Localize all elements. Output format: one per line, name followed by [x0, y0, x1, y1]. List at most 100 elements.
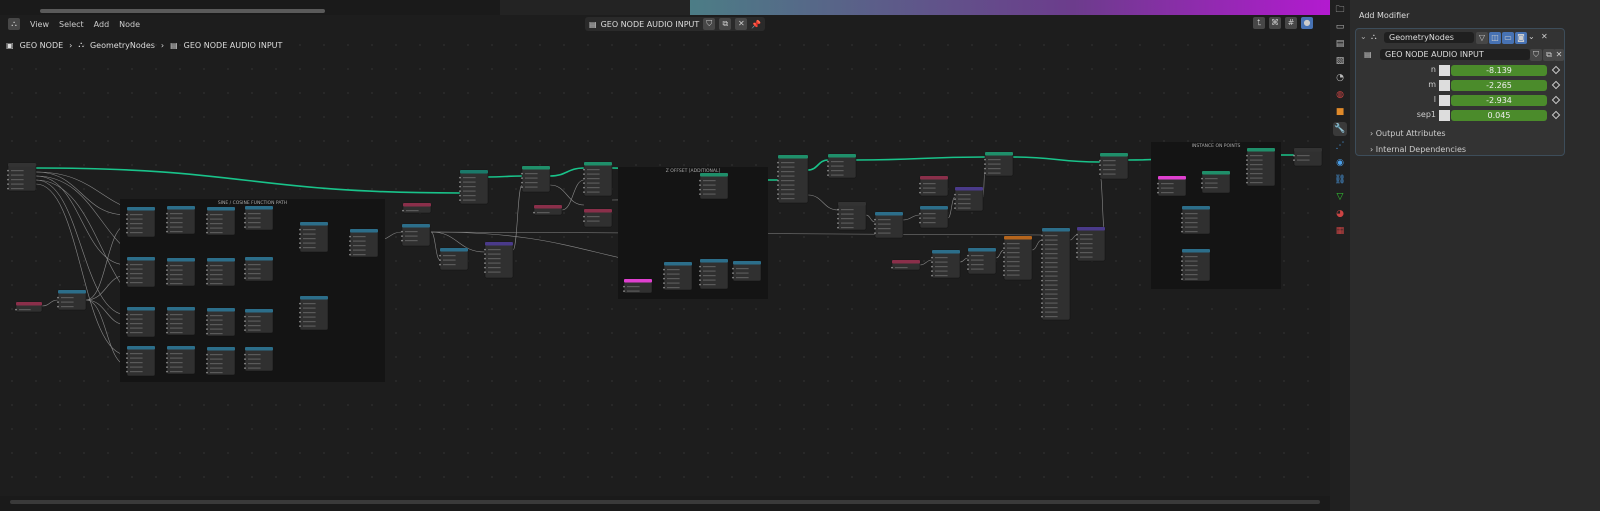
node-socket[interactable]: [623, 290, 625, 292]
node-socket[interactable]: [1041, 270, 1043, 273]
node-socket-label[interactable]: [170, 283, 183, 285]
node-socket[interactable]: [837, 213, 839, 216]
node-socket[interactable]: [166, 322, 168, 325]
node-socket-label[interactable]: [1045, 293, 1058, 295]
node-socket-label[interactable]: [210, 214, 223, 216]
node-socket-label[interactable]: [1045, 280, 1058, 282]
node-socket-label[interactable]: [463, 186, 476, 188]
node-socket[interactable]: [919, 182, 921, 185]
node-header[interactable]: [985, 152, 1013, 156]
node-socket[interactable]: [954, 207, 956, 210]
node-socket[interactable]: [57, 301, 59, 303]
node-socket-label[interactable]: [1185, 256, 1198, 258]
node-socket-label[interactable]: [303, 321, 316, 323]
node-socket-label[interactable]: [831, 174, 844, 176]
node-socket[interactable]: [1246, 168, 1248, 171]
node-socket-label[interactable]: [1185, 222, 1198, 224]
node-header[interactable]: [167, 346, 195, 350]
node-socket[interactable]: [166, 278, 168, 280]
add-modifier-button[interactable]: Add Modifier: [1354, 9, 1596, 23]
node-socket-label[interactable]: [248, 268, 261, 270]
node-socket[interactable]: [1076, 247, 1078, 250]
node-socket-label[interactable]: [923, 183, 936, 185]
node-header[interactable]: [1294, 148, 1322, 152]
node[interactable]: [206, 206, 236, 236]
node-socket[interactable]: [244, 353, 246, 356]
node-socket[interactable]: [984, 172, 986, 175]
node-socket[interactable]: [166, 269, 168, 271]
keyframe-icon[interactable]: [1551, 65, 1561, 75]
node-socket[interactable]: [166, 221, 168, 224]
node-socket[interactable]: [1041, 297, 1043, 300]
node-socket-label[interactable]: [130, 282, 143, 284]
node-socket-label[interactable]: [1250, 155, 1263, 157]
node[interactable]: [931, 249, 961, 279]
node-socket-label[interactable]: [210, 283, 223, 285]
node-socket[interactable]: [699, 283, 701, 286]
node-socket[interactable]: [459, 194, 461, 197]
node-socket-label[interactable]: [248, 213, 261, 215]
node-socket-label[interactable]: [19, 309, 31, 311]
node-socket[interactable]: [206, 227, 208, 230]
node-socket[interactable]: [1076, 238, 1078, 241]
node-socket-label[interactable]: [210, 227, 223, 229]
node-socket-label[interactable]: [130, 323, 143, 325]
node-socket[interactable]: [931, 265, 933, 268]
node[interactable]: [1099, 152, 1129, 180]
node-socket-label[interactable]: [781, 175, 795, 177]
edit-mode-toggle-icon[interactable]: ▽: [1476, 32, 1488, 44]
node-socket[interactable]: [663, 268, 665, 271]
node-socket[interactable]: [1201, 186, 1203, 189]
node-tree-icon[interactable]: ▤: [589, 20, 597, 29]
node-socket[interactable]: [1003, 256, 1005, 258]
node-socket[interactable]: [1003, 247, 1005, 250]
node-socket[interactable]: [126, 263, 128, 266]
node-socket[interactable]: [699, 179, 701, 182]
node-socket[interactable]: [1041, 284, 1043, 286]
node-socket-label[interactable]: [923, 213, 936, 215]
node-header[interactable]: [700, 259, 728, 263]
node-socket[interactable]: [1099, 168, 1101, 171]
node-socket[interactable]: [1099, 164, 1101, 167]
node[interactable]: [349, 228, 379, 258]
node-socket-label[interactable]: [303, 233, 316, 235]
node-socket[interactable]: [874, 232, 876, 235]
node-socket-label[interactable]: [971, 264, 984, 266]
node-socket-label[interactable]: [1103, 173, 1116, 175]
node-socket[interactable]: [1041, 293, 1043, 295]
node-socket[interactable]: [244, 277, 246, 279]
node-socket-label[interactable]: [958, 198, 971, 200]
node-graph[interactable]: SINE / COSINE FUNCTION PATHZ OFFSET [ADD…: [0, 33, 1330, 495]
node-socket-label[interactable]: [353, 254, 366, 256]
node-socket[interactable]: [874, 227, 876, 230]
node-socket[interactable]: [349, 244, 351, 247]
node-socket-label[interactable]: [525, 177, 538, 179]
node-socket-label[interactable]: [353, 249, 366, 251]
node-socket-label[interactable]: [1250, 168, 1263, 170]
parent-node-icon[interactable]: ⮤: [1253, 17, 1265, 29]
node-socket-label[interactable]: [935, 261, 948, 263]
node-socket-label[interactable]: [353, 236, 366, 238]
node-socket-label[interactable]: [587, 169, 600, 171]
node-socket[interactable]: [206, 358, 208, 360]
node-header[interactable]: [245, 309, 273, 313]
node-socket[interactable]: [484, 253, 486, 256]
node-socket-label[interactable]: [210, 324, 223, 326]
node-socket-label[interactable]: [11, 174, 24, 176]
node-socket[interactable]: [299, 316, 301, 318]
node-header[interactable]: [245, 347, 273, 351]
overlay-icon[interactable]: ●: [1301, 17, 1313, 29]
node-socket-label[interactable]: [935, 257, 948, 259]
node-socket[interactable]: [299, 233, 301, 236]
node-socket[interactable]: [663, 277, 665, 280]
node-socket-label[interactable]: [1103, 160, 1116, 162]
node-header[interactable]: [892, 260, 920, 264]
node-socket[interactable]: [166, 352, 168, 355]
node-socket-label[interactable]: [587, 216, 600, 218]
node-header[interactable]: [534, 205, 562, 209]
particles-tab-icon[interactable]: ⋰: [1333, 139, 1347, 153]
node-socket[interactable]: [206, 314, 208, 317]
snap-grid-icon[interactable]: #: [1285, 17, 1297, 29]
node-socket[interactable]: [583, 186, 585, 189]
node-socket-label[interactable]: [923, 192, 936, 194]
